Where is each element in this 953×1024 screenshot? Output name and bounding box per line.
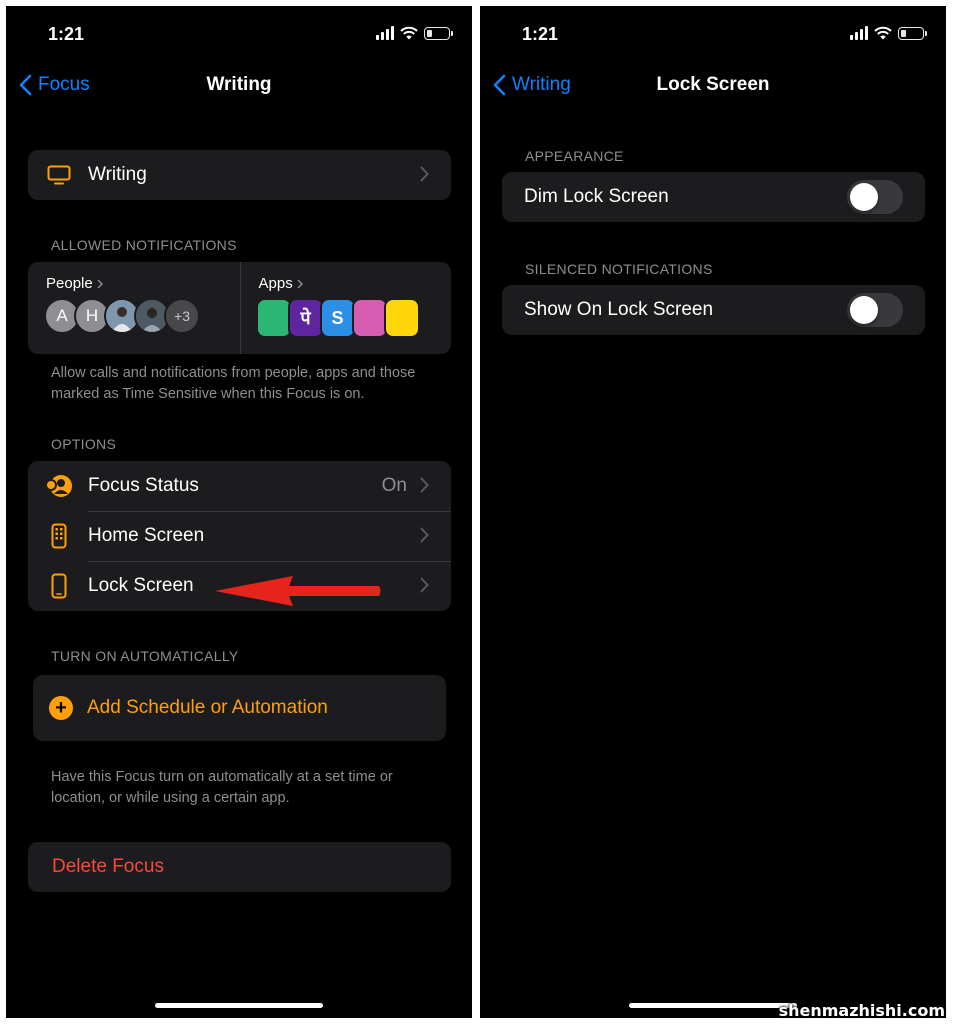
dim-lock-screen-toggle[interactable] [847, 180, 903, 214]
show-on-lock-screen-row: Show On Lock Screen [502, 285, 925, 335]
appearance-card: Dim Lock Screen [502, 172, 925, 222]
status-time: 1:21 [522, 24, 559, 44]
focus-status-row[interactable]: Focus Status On [28, 461, 451, 511]
navigation-bar: Focus Writing [6, 68, 472, 112]
plus-circle-icon: + [49, 696, 73, 720]
options-header: OPTIONS [51, 436, 117, 452]
people-avatars: A H +3 [44, 298, 200, 334]
chevron-left-icon [19, 74, 32, 96]
options-card: Focus Status On Home Screen Lock Screen [28, 461, 451, 611]
back-button[interactable]: Focus [18, 74, 90, 96]
automation-header: TURN ON AUTOMATICALLY [51, 648, 239, 664]
people-label-group: People [46, 275, 103, 292]
appearance-header: APPEARANCE [525, 148, 624, 164]
navigation-bar: Writing Lock Screen [480, 68, 946, 112]
delete-focus-label: Delete Focus [52, 856, 164, 877]
display-icon [44, 163, 74, 187]
silenced-notifications-card: Show On Lock Screen [502, 285, 925, 335]
toggle-knob [850, 183, 878, 211]
people-more-count: +3 [164, 298, 200, 334]
focus-status-label: Focus Status [88, 475, 199, 496]
chevron-right-icon [97, 278, 103, 289]
focus-status-value: On [381, 475, 407, 496]
focus-name-card: Writing [28, 150, 451, 200]
chevron-right-icon [420, 477, 429, 493]
status-icons [850, 26, 927, 40]
status-bar: 1:21 [480, 6, 946, 66]
allowed-notifications-card: People A H +3 Apps पे S [28, 262, 451, 354]
lock-screen-row[interactable]: Lock Screen [28, 561, 451, 611]
battery-icon [424, 26, 453, 40]
lock-screen-settings-screen: 1:21 Writing Lock Screen APPEARANCE Dim … [480, 6, 946, 1018]
wifi-icon [400, 26, 418, 40]
back-button[interactable]: Writing [492, 74, 571, 96]
chevron-right-icon [420, 527, 429, 543]
app-icon: S [319, 298, 356, 338]
toggle-knob [850, 296, 878, 324]
focus-detail-screen: 1:21 Focus Writing Writing ALLOWED NOTIF… [6, 6, 472, 1018]
chevron-left-icon [493, 74, 506, 96]
people-button[interactable]: People A H +3 [28, 262, 240, 354]
apps-label-group: Apps [259, 275, 303, 292]
apps-button[interactable]: Apps पे S [239, 262, 452, 354]
status-bar: 1:21 [6, 6, 472, 66]
add-schedule-button[interactable]: + Add Schedule or Automation [33, 675, 446, 741]
lock-screen-icon [44, 573, 74, 599]
home-screen-row[interactable]: Home Screen [28, 511, 451, 561]
watermark: shenmazhishi.com [778, 1001, 945, 1020]
allowed-notifications-header: ALLOWED NOTIFICATIONS [51, 237, 237, 253]
back-button-label: Writing [512, 74, 571, 95]
focus-status-icon [44, 474, 74, 498]
app-icons: पे S [255, 298, 420, 338]
focus-name-row[interactable]: Writing [28, 150, 451, 200]
focus-name-label: Writing [88, 164, 147, 185]
notifications-footnote: Allow calls and notifications from peopl… [51, 365, 416, 402]
back-button-label: Focus [38, 74, 90, 95]
chevron-right-icon [297, 278, 303, 289]
cellular-signal-icon [850, 26, 868, 40]
delete-focus-button[interactable]: Delete Focus [28, 842, 451, 892]
status-time: 1:21 [48, 24, 85, 44]
wifi-icon [874, 26, 892, 40]
show-on-lock-screen-toggle[interactable] [847, 293, 903, 327]
home-indicator[interactable] [629, 1003, 797, 1008]
home-screen-icon [44, 523, 74, 549]
lock-screen-label: Lock Screen [88, 575, 194, 596]
app-icon [383, 298, 420, 338]
app-icon [351, 298, 388, 338]
cellular-signal-icon [376, 26, 394, 40]
people-label: People [46, 275, 93, 292]
chevron-right-icon [420, 166, 429, 182]
dim-lock-screen-row: Dim Lock Screen [502, 172, 925, 222]
app-icon: पे [287, 298, 324, 338]
app-icon [255, 298, 292, 338]
home-screen-label: Home Screen [88, 525, 205, 546]
show-on-lock-screen-label: Show On Lock Screen [524, 299, 714, 320]
dim-lock-screen-label: Dim Lock Screen [524, 186, 669, 207]
battery-icon [898, 26, 927, 40]
silenced-notifications-header: SILENCED NOTIFICATIONS [525, 261, 713, 277]
add-schedule-label: Add Schedule or Automation [87, 697, 328, 718]
home-indicator[interactable] [155, 1003, 323, 1008]
chevron-right-icon [420, 577, 429, 593]
status-icons [376, 26, 453, 40]
automation-footnote: Have this Focus turn on automatically at… [51, 769, 393, 806]
apps-label: Apps [258, 275, 293, 292]
